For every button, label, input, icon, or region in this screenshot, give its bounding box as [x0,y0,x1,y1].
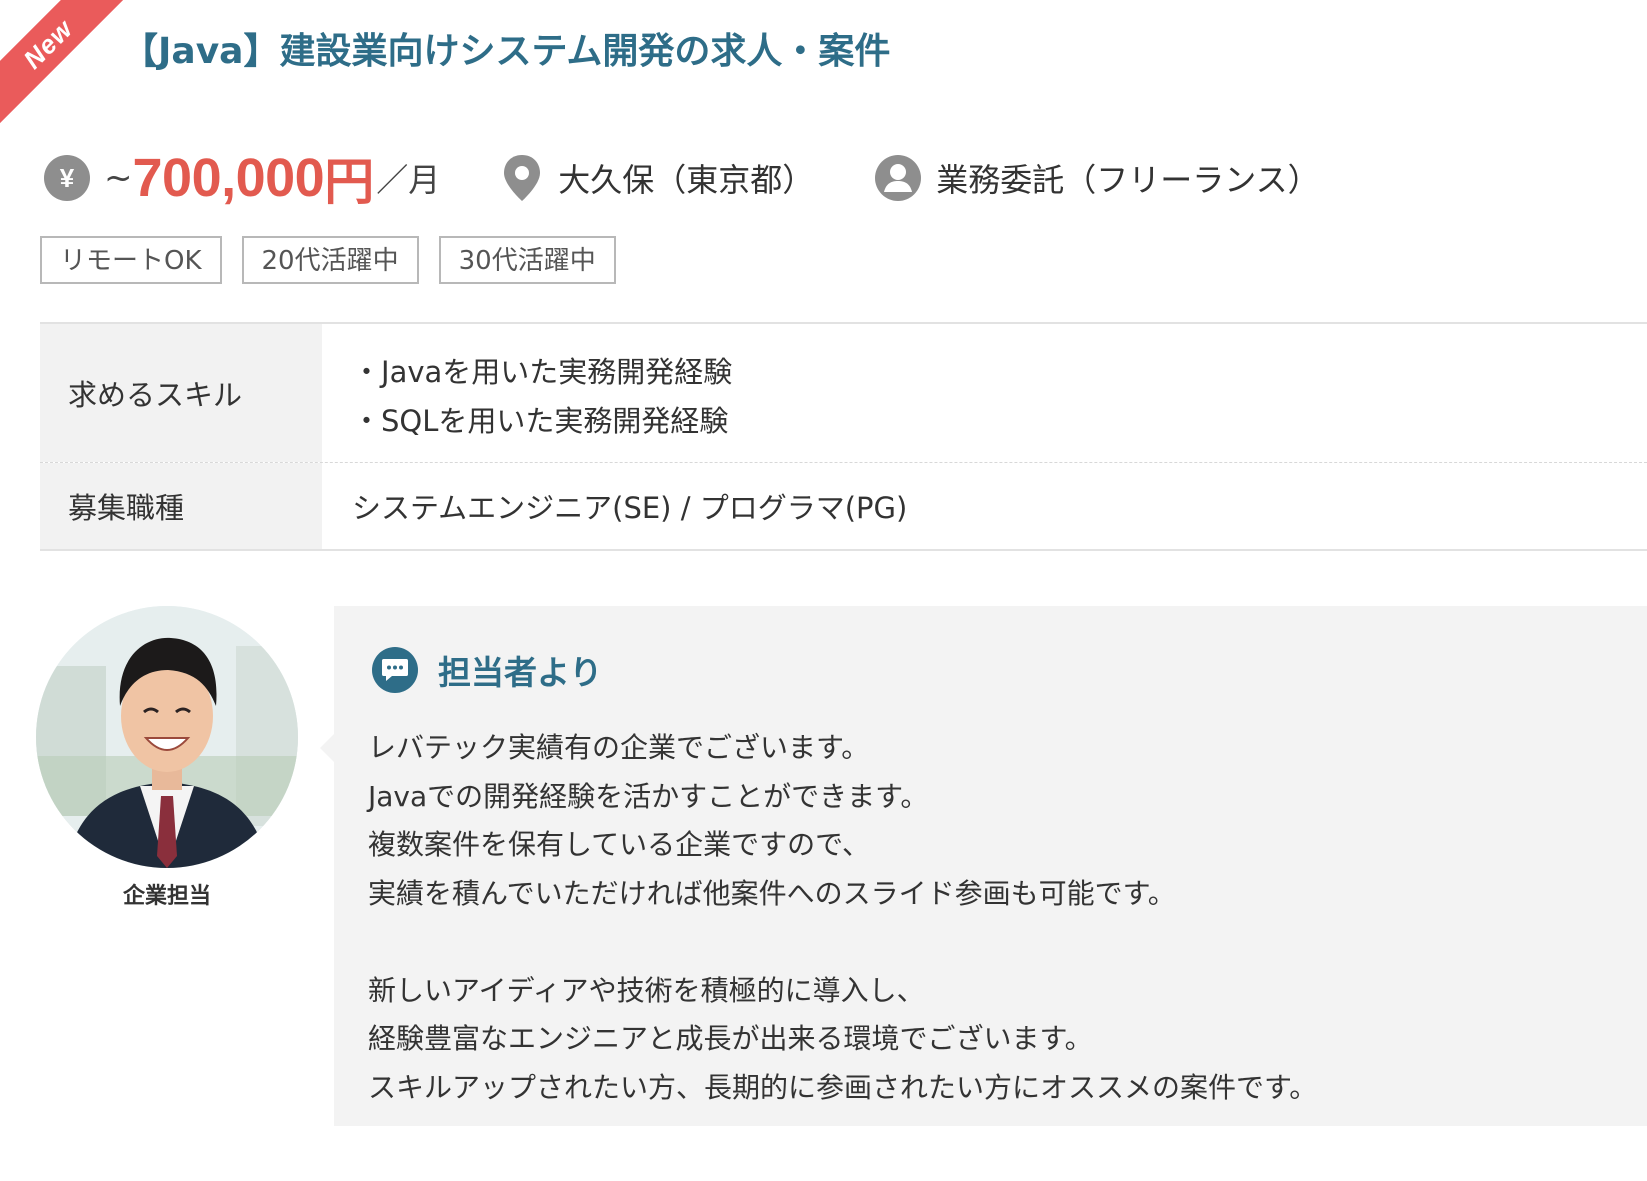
message-heading: 担当者より [372,646,602,694]
chat-bubble-icon [372,647,418,693]
user-icon [874,154,922,202]
message-line: 経験豊富なエンジニアと成長が出来る環境でございます。 [368,1022,1093,1055]
contact-message-box: 担当者より レバテック実績有の企業でございます。 Javaでの開発経験を活かすこ… [320,606,1647,1126]
job-meta-row: ¥ ~ 700,000 円 ／月 大久保（東京都） 業務委託（フリーランス） [44,138,1320,218]
avatar [36,606,298,868]
detail-row-role: 募集職種 システムエンジニア(SE) / プログラマ(PG) [40,462,1647,549]
message-line: 新しいアイディアや技術を積極的に導入し、 [368,973,925,1007]
new-badge: New [0,0,135,131]
tag-remote-ok[interactable]: リモートOK [40,236,222,284]
role-label: 募集職種 [40,463,322,549]
skill-item: SQLを用いた実務開発経験 [352,397,1647,446]
role-value: システムエンジニア(SE) / プログラマ(PG) [352,491,908,525]
skills-label: 求めるスキル [40,324,322,462]
skills-value: Javaを用いた実務開発経験 SQLを用いた実務開発経験 [322,324,1647,462]
message-line: 複数案件を保有している企業ですので、 [368,828,871,861]
salary-currency: 円 [324,153,375,211]
yen-icon: ¥ [44,155,90,201]
message-body: レバテック実績有の企業でございます。 Javaでの開発経験を活かすことができます… [368,724,1317,1112]
message-line: Javaでの開発経験を活かすことができます。 [368,779,929,813]
map-pin-icon [500,153,544,203]
avatar-caption: 企業担当 [122,884,211,909]
location-text: 大久保（東京都） [558,161,815,199]
tag-30s-active[interactable]: 30代活躍中 [438,236,616,284]
skill-item: Javaを用いた実務開発経験 [352,348,1647,397]
salary-value: 700,000 [132,148,325,208]
contract-type: 業務委託（フリーランス） [874,154,1320,202]
location: 大久保（東京都） [500,153,814,203]
message-line: スキルアップされたい方、長期的に参画されたい方にオススメの案件です。 [368,1070,1318,1104]
job-detail-table: 求めるスキル Javaを用いた実務開発経験 SQLを用いた実務開発経験 募集職種… [40,322,1647,551]
contract-text: 業務委託（フリーランス） [936,161,1320,199]
detail-row-skills: 求めるスキル Javaを用いた実務開発経験 SQLを用いた実務開発経験 [40,324,1647,462]
job-title[interactable]: 【Java】建設業向けシステム開発の求人・案件 [122,22,890,74]
salary-unit: ／月 [376,161,441,199]
message-line [368,918,1317,967]
avatar-photo-illustration [36,606,298,868]
message-line: レバテック実績有の企業でございます。 [368,731,870,764]
message-title: 担当者より [438,653,603,692]
message-line: 実績を積んでいただければ他案件へのスライド参画も可能です。 [368,876,1176,910]
tag-list: リモートOK 20代活躍中 30代活躍中 [40,236,616,284]
tag-20s-active[interactable]: 20代活躍中 [241,236,419,284]
salary-prefix: ~ [104,158,133,198]
